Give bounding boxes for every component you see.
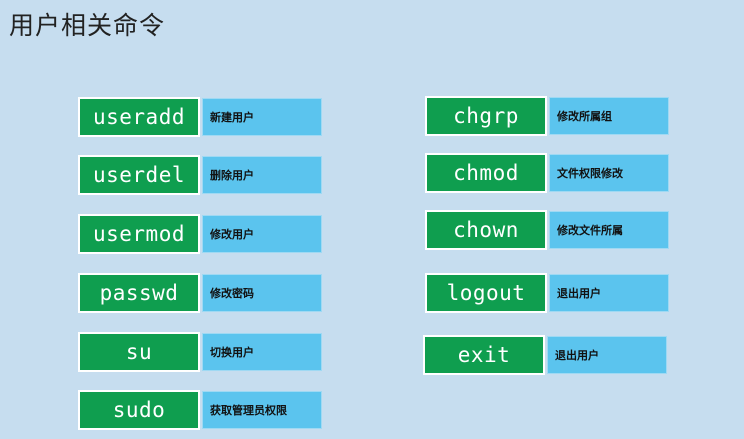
command-chgrp: chgrp [425, 96, 547, 136]
description-sudo: 获取管理员权限 [202, 391, 322, 429]
command-useradd: useradd [78, 97, 200, 137]
command-userdel: userdel [78, 155, 200, 195]
command-passwd: passwd [78, 273, 200, 313]
command-chmod: chmod [425, 153, 547, 193]
description-exit: 退出用户 [547, 336, 667, 374]
description-chmod: 文件权限修改 [549, 154, 669, 192]
description-userdel: 删除用户 [202, 156, 322, 194]
description-usermod: 修改用户 [202, 215, 322, 253]
description-chgrp: 修改所属组 [549, 97, 669, 135]
description-chown: 修改文件所属 [549, 211, 669, 249]
command-sudo: sudo [78, 390, 200, 430]
page-title: 用户相关命令 [9, 11, 166, 40]
command-usermod: usermod [78, 214, 200, 254]
command-exit: exit [423, 335, 545, 375]
description-su: 切换用户 [202, 333, 322, 371]
command-logout: logout [425, 273, 547, 313]
description-logout: 退出用户 [549, 274, 669, 312]
command-su: su [78, 332, 200, 372]
description-passwd: 修改密码 [202, 274, 322, 312]
command-chown: chown [425, 210, 547, 250]
description-useradd: 新建用户 [202, 98, 322, 136]
